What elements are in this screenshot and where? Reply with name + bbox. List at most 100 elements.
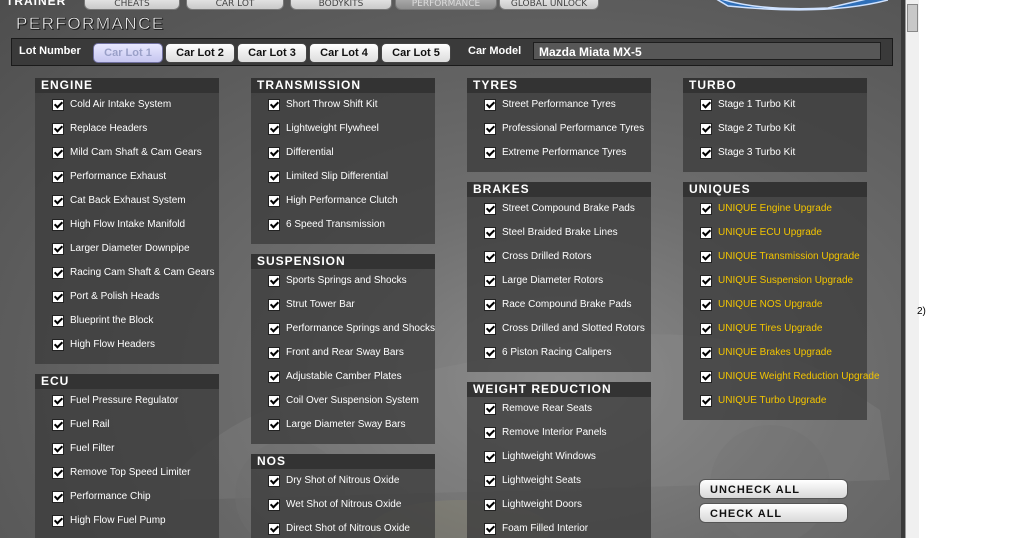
option-checkbox[interactable] [52, 315, 64, 327]
option-row[interactable]: Cross Drilled and Slotted Rotors [467, 318, 651, 342]
option-checkbox[interactable] [52, 339, 64, 351]
option-checkbox[interactable] [52, 443, 64, 455]
tab-global-unlock[interactable]: GLOBAL UNLOCK [499, 0, 599, 10]
option-checkbox[interactable] [268, 147, 280, 159]
option-row[interactable]: UNIQUE NOS Upgrade [683, 294, 867, 318]
option-checkbox[interactable] [268, 195, 280, 207]
option-checkbox[interactable] [52, 515, 64, 527]
option-row[interactable]: Performance Springs and Shocks [251, 318, 435, 342]
tab-performance[interactable]: PERFORMANCE [395, 0, 497, 10]
option-checkbox[interactable] [52, 395, 64, 407]
option-checkbox[interactable] [268, 323, 280, 335]
option-checkbox[interactable] [484, 299, 496, 311]
option-checkbox[interactable] [268, 419, 280, 431]
option-checkbox[interactable] [268, 395, 280, 407]
option-checkbox[interactable] [484, 99, 496, 111]
option-row[interactable]: Cat Back Exhaust System [35, 190, 219, 214]
option-row[interactable]: Sports Springs and Shocks [251, 270, 435, 294]
option-checkbox[interactable] [484, 251, 496, 263]
option-row[interactable]: Remove Top Speed Limiter [35, 462, 219, 486]
option-row[interactable]: High Performance Clutch [251, 190, 435, 214]
option-checkbox[interactable] [268, 347, 280, 359]
option-checkbox[interactable] [268, 499, 280, 511]
check-all-button[interactable]: CHECK ALL [699, 503, 848, 523]
option-row[interactable]: Large Diameter Sway Bars [251, 414, 435, 438]
option-checkbox[interactable] [484, 523, 496, 535]
option-row[interactable]: Direct Shot of Nitrous Oxide [251, 518, 435, 538]
option-row[interactable]: Lightweight Windows [467, 446, 651, 470]
option-row[interactable]: Stage 2 Turbo Kit [683, 118, 867, 142]
option-checkbox[interactable] [700, 299, 712, 311]
option-checkbox[interactable] [484, 275, 496, 287]
option-row[interactable]: Street Compound Brake Pads [467, 198, 651, 222]
option-checkbox[interactable] [700, 227, 712, 239]
option-row[interactable]: Differential [251, 142, 435, 166]
option-checkbox[interactable] [52, 195, 64, 207]
car-lot-5-button[interactable]: Car Lot 5 [381, 43, 451, 63]
option-row[interactable]: Adjustable Camber Plates [251, 366, 435, 390]
option-row[interactable]: Dry Shot of Nitrous Oxide [251, 470, 435, 494]
option-checkbox[interactable] [484, 227, 496, 239]
option-checkbox[interactable] [268, 299, 280, 311]
option-row[interactable]: UNIQUE Weight Reduction Upgrade [683, 366, 880, 390]
option-checkbox[interactable] [484, 123, 496, 135]
option-checkbox[interactable] [484, 427, 496, 439]
option-checkbox[interactable] [52, 491, 64, 503]
option-row[interactable]: Fuel Rail [35, 414, 219, 438]
option-row[interactable]: Cross Drilled Rotors [467, 246, 651, 270]
option-checkbox[interactable] [52, 219, 64, 231]
option-row[interactable]: Replace Headers [35, 118, 219, 142]
option-checkbox[interactable] [700, 123, 712, 135]
option-checkbox[interactable] [700, 203, 712, 215]
option-checkbox[interactable] [484, 451, 496, 463]
option-checkbox[interactable] [268, 123, 280, 135]
option-checkbox[interactable] [268, 219, 280, 231]
option-row[interactable]: Fuel Filter [35, 438, 219, 462]
option-row[interactable]: Street Performance Tyres [467, 94, 651, 118]
option-checkbox[interactable] [268, 171, 280, 183]
option-row[interactable]: Lightweight Seats [467, 470, 651, 494]
option-row[interactable]: Front and Rear Sway Bars [251, 342, 435, 366]
option-row[interactable]: UNIQUE ECU Upgrade [683, 222, 867, 246]
option-checkbox[interactable] [700, 147, 712, 159]
option-checkbox[interactable] [268, 275, 280, 287]
option-row[interactable]: Lightweight Flywheel [251, 118, 435, 142]
background-scrollbar[interactable] [905, 0, 919, 538]
option-checkbox[interactable] [484, 347, 496, 359]
option-checkbox[interactable] [484, 323, 496, 335]
option-checkbox[interactable] [700, 251, 712, 263]
option-row[interactable]: Larger Diameter Downpipe [35, 238, 219, 262]
option-row[interactable]: Wet Shot of Nitrous Oxide [251, 494, 435, 518]
option-checkbox[interactable] [52, 99, 64, 111]
option-row[interactable]: UNIQUE Tires Upgrade [683, 318, 867, 342]
option-row[interactable]: Racing Cam Shaft & Cam Gears [35, 262, 219, 286]
option-row[interactable]: Stage 1 Turbo Kit [683, 94, 867, 118]
option-row[interactable]: Coil Over Suspension System [251, 390, 435, 414]
car-model-field[interactable]: Mazda Miata MX-5 [533, 42, 881, 60]
option-checkbox[interactable] [700, 371, 712, 383]
option-checkbox[interactable] [268, 475, 280, 487]
option-row[interactable]: Strut Tower Bar [251, 294, 435, 318]
option-row[interactable]: Lightweight Doors [467, 494, 651, 518]
option-checkbox[interactable] [700, 323, 712, 335]
uncheck-all-button[interactable]: UNCHECK ALL [699, 479, 848, 499]
option-row[interactable]: Large Diameter Rotors [467, 270, 651, 294]
option-row[interactable]: UNIQUE Brakes Upgrade [683, 342, 867, 366]
option-row[interactable]: 6 Speed Transmission [251, 214, 435, 238]
background-scrollbar-thumb[interactable] [907, 4, 918, 32]
tab-car-lot[interactable]: CAR LOT [186, 0, 284, 10]
tab-bodykits[interactable]: BODYKITS [290, 0, 392, 10]
option-checkbox[interactable] [52, 291, 64, 303]
option-row[interactable]: Professional Performance Tyres [467, 118, 651, 142]
option-row[interactable]: Performance Chip [35, 486, 219, 510]
option-row[interactable]: High Flow Headers [35, 334, 219, 358]
option-row[interactable]: UNIQUE Transmission Upgrade [683, 246, 867, 270]
option-checkbox[interactable] [700, 99, 712, 111]
option-checkbox[interactable] [700, 275, 712, 287]
option-row[interactable]: 6 Piston Racing Calipers [467, 342, 651, 366]
option-row[interactable]: Cold Air Intake System [35, 94, 219, 118]
option-checkbox[interactable] [52, 147, 64, 159]
option-row[interactable]: Remove Rear Seats [467, 398, 651, 422]
option-row[interactable]: High Flow Fuel Pump [35, 510, 219, 534]
option-row[interactable]: Short Throw Shift Kit [251, 94, 435, 118]
